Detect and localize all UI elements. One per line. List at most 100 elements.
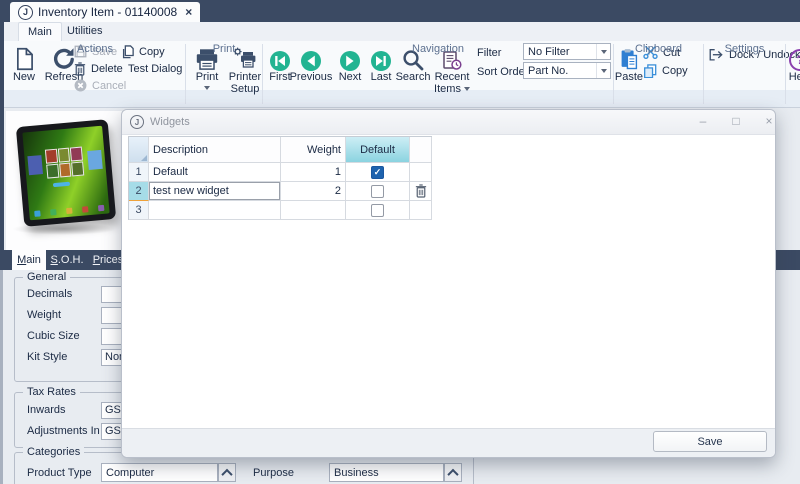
product-image-panel xyxy=(5,110,123,252)
purpose-label: Purpose xyxy=(253,467,294,479)
settings-group-label: Settings xyxy=(704,43,785,55)
actions-group-label: Actions xyxy=(5,43,185,55)
chevron-up-icon xyxy=(221,468,232,479)
sort-order-label: Sort Order xyxy=(477,66,528,78)
widgets-dialog-titlebar[interactable]: J Widgets xyxy=(122,110,775,135)
ribbon-tab-utilities[interactable]: Utilities xyxy=(58,22,111,40)
next-label: Next xyxy=(339,71,362,83)
grid-header-weight[interactable]: Weight xyxy=(281,137,346,163)
sort-order-dropdown-arrow-icon xyxy=(596,63,610,78)
window-left-edge xyxy=(0,270,3,484)
kit-style-label: Kit Style xyxy=(27,351,67,363)
sort-order-dropdown[interactable]: Part No. xyxy=(523,62,611,79)
document-tab[interactable]: J Inventory Item - 01140008 × xyxy=(10,2,200,22)
widgets-dialog: J Widgets – □ × Description Weight Defau… xyxy=(121,109,776,458)
ribbon-tab-main[interactable]: Main xyxy=(18,22,62,41)
row-actions-cell xyxy=(410,182,432,201)
default-cell xyxy=(346,163,410,182)
previous-label: Previous xyxy=(290,71,333,83)
clipboard-copy-button[interactable]: Copy xyxy=(643,63,688,78)
product-type-up-button[interactable] xyxy=(218,463,236,482)
delete-button[interactable]: Delete xyxy=(74,61,123,76)
last-label: Last xyxy=(371,71,392,83)
adjustments-in-label: Adjustments In xyxy=(27,425,100,437)
weight-cell[interactable]: 2 xyxy=(281,182,346,201)
description-cell[interactable]: Default xyxy=(149,163,281,182)
row-actions-cell xyxy=(410,201,432,220)
product-type-label: Product Type xyxy=(27,467,92,479)
cubic-size-label: Cubic Size xyxy=(27,330,80,342)
new-label: New xyxy=(13,71,35,83)
printer-setup-label-1: Printer xyxy=(229,71,261,83)
categories-group-label: Categories xyxy=(23,446,84,458)
window-titlebar: J Inventory Item - 01140008 × xyxy=(0,0,800,22)
purpose-up-button[interactable] xyxy=(444,463,462,482)
general-group-label: General xyxy=(23,271,70,283)
default-checkbox[interactable] xyxy=(371,185,384,198)
grid-header-description[interactable]: Description xyxy=(149,137,281,163)
dialog-logo-icon: J xyxy=(130,115,144,129)
cancel-label: Cancel xyxy=(92,80,126,92)
grid-header-default[interactable]: Default xyxy=(346,137,410,163)
row-actions-cell xyxy=(410,163,432,182)
default-cell xyxy=(346,201,410,220)
app-logo-icon: J xyxy=(18,5,33,20)
grid-corner-cell[interactable] xyxy=(129,137,149,163)
document-tab-title: Inventory Item - 01140008 xyxy=(38,5,177,19)
app-window: J Inventory Item - 01140008 × Main Utili… xyxy=(0,0,800,484)
clipboard-group-label: Clipboard xyxy=(614,43,703,55)
dialog-save-label: Save xyxy=(697,436,722,448)
ribbon-tab-row: Main Utilities xyxy=(0,22,800,41)
help-icon: ? xyxy=(789,44,800,71)
weight-cell[interactable] xyxy=(281,201,346,220)
print-label: Print xyxy=(196,71,219,83)
decimals-label: Decimals xyxy=(27,288,72,300)
delete-trash-icon xyxy=(74,62,86,76)
document-tab-close-icon[interactable]: × xyxy=(185,5,192,19)
print-dropdown-icon xyxy=(204,86,210,90)
item-tab-main[interactable]: Main xyxy=(12,250,46,270)
dialog-minimize-button[interactable]: – xyxy=(691,110,715,133)
weight-cell[interactable]: 1 xyxy=(281,163,346,182)
chevron-up-icon xyxy=(447,468,458,479)
product-type-dropdown[interactable]: Computer xyxy=(101,463,218,482)
inwards-label: Inwards xyxy=(27,404,66,416)
tablet-shadow xyxy=(12,223,116,235)
clipboard-copy-label: Copy xyxy=(662,65,688,77)
product-type-value: Computer xyxy=(106,467,154,479)
window-left-edge xyxy=(0,0,4,250)
purpose-dropdown[interactable]: Business xyxy=(329,463,444,482)
navigation-group-label: Navigation xyxy=(263,43,613,55)
paste-label: Paste xyxy=(615,71,643,83)
dialog-title: Widgets xyxy=(150,116,190,128)
row-number-cell[interactable]: 1 xyxy=(129,163,149,182)
description-cell[interactable] xyxy=(149,201,281,220)
help-button[interactable]: ? Help xyxy=(780,44,800,83)
item-tab-soh[interactable]: S.O.H. xyxy=(48,250,86,270)
cancel-button[interactable]: Cancel xyxy=(74,78,126,93)
default-checkbox[interactable] xyxy=(371,166,384,179)
ribbon: New Refresh Save Delete Cancel xyxy=(0,41,800,108)
sort-order-value: Part No. xyxy=(528,65,596,77)
default-cell xyxy=(346,182,410,201)
test-dialog-button[interactable]: Test Dialog xyxy=(128,61,182,76)
tax-rates-group-label: Tax Rates xyxy=(23,386,80,398)
product-photo-tablet xyxy=(16,119,116,227)
description-cell[interactable]: test new widget xyxy=(149,182,281,201)
grid-header-actions xyxy=(410,137,432,163)
printer-setup-label-2: Setup xyxy=(231,83,260,95)
recent-items-label-2: Items xyxy=(434,83,461,95)
dialog-maximize-button[interactable]: □ xyxy=(724,110,748,133)
weight-label: Weight xyxy=(27,309,61,321)
row-number-cell[interactable]: 2 xyxy=(129,182,149,201)
default-checkbox[interactable] xyxy=(371,204,384,217)
row-number-cell[interactable]: 3 xyxy=(129,201,149,220)
delete-row-icon[interactable] xyxy=(410,184,431,198)
purpose-value: Business xyxy=(334,467,379,479)
help-label: Help xyxy=(789,71,800,83)
dialog-save-button[interactable]: Save xyxy=(653,431,767,452)
search-label: Search xyxy=(396,71,431,83)
recent-items-label-1: Recent xyxy=(435,71,470,83)
dialog-close-button[interactable]: × xyxy=(757,110,781,133)
print-group-label: Print xyxy=(186,43,262,55)
